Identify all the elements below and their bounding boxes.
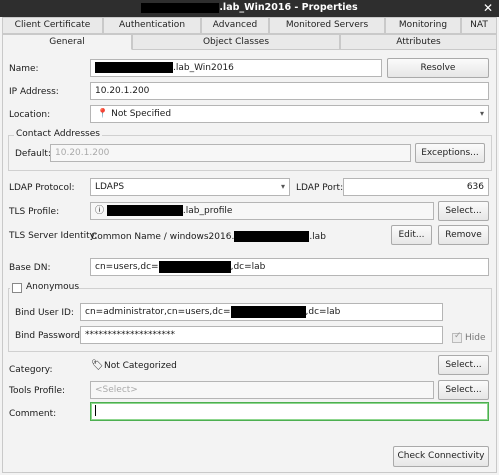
location-dropdown[interactable]: 📍 Not Specified ▾	[90, 105, 489, 123]
default-label: Default:	[15, 149, 51, 159]
hide-label: Hide	[465, 333, 486, 343]
tls-identity-suffix: .lab	[309, 232, 326, 242]
bind-user-id-field[interactable]: cn=administrator,cn=users,dc= ,dc=lab	[80, 303, 443, 321]
name-field[interactable]: .lab_Win2016	[90, 59, 382, 77]
remove-button[interactable]: Remove	[438, 225, 489, 245]
close-icon[interactable]: ✕	[483, 1, 493, 15]
tls-profile-select-button[interactable]: Select...	[438, 201, 489, 221]
tab-nat[interactable]: NAT	[461, 17, 497, 34]
anonymous-checkbox-row: Anonymous	[10, 282, 80, 294]
location-label: Location:	[9, 110, 51, 120]
location-pin-icon: 📍	[97, 109, 109, 119]
category-label: Category:	[9, 365, 53, 375]
comment-field[interactable]	[90, 402, 489, 421]
redacted-text	[141, 2, 220, 13]
ip-address-field[interactable]: 10.20.1.200	[90, 82, 489, 100]
tls-profile-value: .lab_profile	[182, 206, 233, 216]
ldap-protocol-value: LDAPS	[95, 182, 125, 192]
anonymous-label: Anonymous	[26, 282, 80, 292]
bind-password-field[interactable]: ********************	[80, 326, 443, 344]
comment-label: Comment:	[9, 409, 57, 419]
resolve-button[interactable]: Resolve	[387, 58, 489, 78]
tools-profile-field[interactable]: <Select>	[90, 381, 434, 399]
tab-object-classes[interactable]: Object Classes	[132, 34, 340, 50]
category-select-button[interactable]: Select...	[438, 355, 489, 375]
tls-profile-label: TLS Profile:	[9, 207, 60, 217]
anonymous-checkbox[interactable]	[12, 283, 22, 293]
bind-user-prefix: cn=administrator,cn=users,dc=	[85, 307, 231, 317]
text-cursor	[95, 405, 96, 416]
tab-general[interactable]: General	[2, 34, 132, 50]
redacted-text	[230, 305, 306, 318]
tab-attributes[interactable]: Attributes	[340, 34, 497, 50]
tools-profile-label: Tools Profile:	[9, 386, 66, 396]
redacted-text	[158, 260, 231, 273]
ldap-protocol-label: LDAP Protocol:	[9, 183, 75, 193]
check-connectivity-button[interactable]: Check Connectivity	[393, 446, 489, 467]
tls-identity-prefix: Common Name / windows2016.	[91, 232, 235, 242]
redacted-text	[234, 231, 310, 242]
edit-button[interactable]: Edit...	[391, 225, 432, 245]
chevron-down-icon: ▾	[479, 109, 484, 118]
chevron-down-icon: ▾	[280, 182, 285, 191]
name-value: .lab_Win2016	[173, 63, 234, 73]
tab-monitoring[interactable]: Monitoring	[385, 17, 461, 34]
bind-user-id-label: Bind User ID:	[15, 308, 74, 318]
base-dn-prefix: cn=users,dc=	[95, 262, 159, 272]
category-value: Not Categorized	[104, 361, 177, 371]
contact-addresses-title: Contact Addresses	[14, 129, 102, 139]
bind-user-suffix: ,dc=lab	[305, 307, 341, 317]
tls-server-identity-value: Common Name / windows2016. .lab	[91, 231, 326, 242]
tls-server-identity-label: TLS Server Identity:	[9, 231, 98, 241]
default-field: 10.20.1.200	[50, 144, 411, 162]
tools-profile-select-button[interactable]: Select...	[438, 380, 489, 400]
ldap-protocol-dropdown[interactable]: LDAPS ▾	[90, 178, 290, 196]
tls-profile-field[interactable]: ⓘ .lab_profile	[90, 202, 434, 220]
tab-client-certificate[interactable]: Client Certificate	[2, 17, 103, 34]
ldap-port-field[interactable]: 636	[343, 178, 489, 196]
redacted-text	[106, 205, 183, 216]
redacted-text	[95, 62, 173, 73]
tab-monitored-servers[interactable]: Monitored Servers	[269, 17, 385, 34]
ip-address-label: IP Address:	[9, 87, 59, 97]
window-title-text: .lab_Win2016 - Properties	[219, 2, 358, 13]
tab-advanced[interactable]: Advanced	[201, 17, 269, 34]
base-dn-label: Base DN:	[9, 263, 51, 273]
base-dn-field[interactable]: cn=users,dc= ,dc=lab	[90, 258, 489, 276]
tab-authentication[interactable]: Authentication	[103, 17, 201, 34]
ldap-port-label: LDAP Port:	[296, 183, 344, 193]
hide-password-checkbox[interactable]	[452, 331, 462, 343]
tag-icon: 🏷	[91, 360, 104, 371]
location-value: Not Specified	[111, 109, 172, 119]
window-title: .lab_Win2016 - Properties	[0, 2, 499, 13]
name-label: Name:	[9, 64, 39, 74]
title-bar: .lab_Win2016 - Properties ✕	[0, 0, 499, 17]
info-icon: ⓘ	[95, 206, 105, 216]
exceptions-button[interactable]: Exceptions...	[415, 143, 485, 163]
base-dn-suffix: ,dc=lab	[230, 262, 266, 272]
bind-password-label: Bind Password:	[15, 331, 84, 341]
